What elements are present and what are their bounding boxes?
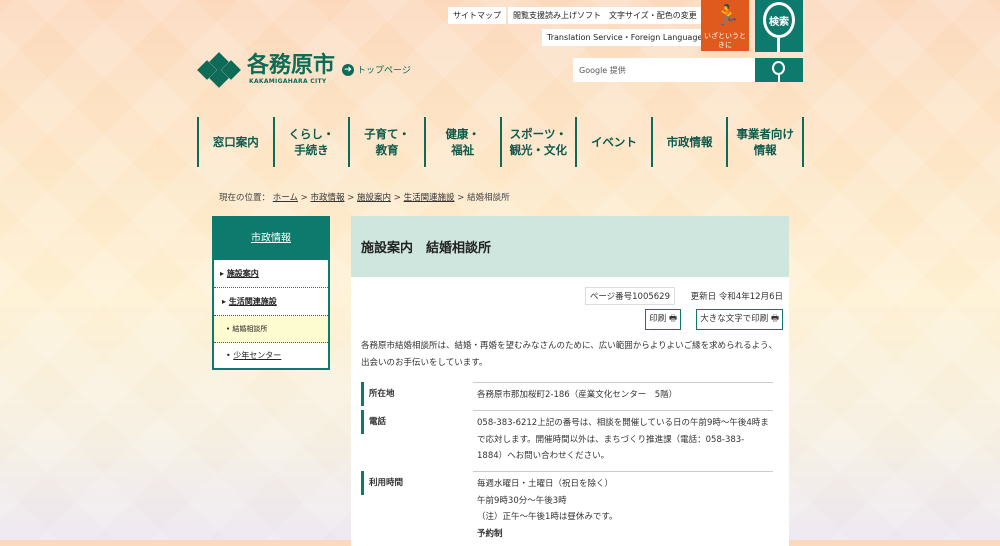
nav-item[interactable]: 窓口案内 xyxy=(197,117,273,167)
info-row: 電話 058-383-6212上記の番号は、相談を開催している日の午前9時～午後4… xyxy=(361,410,773,465)
emergency-button[interactable]: 🏃 いざというときに xyxy=(701,0,749,51)
page-number: ページ番号1005629 xyxy=(584,287,675,305)
nav-item[interactable]: 市政情報 xyxy=(650,117,727,167)
nav-item[interactable]: 子育て・ 教育 xyxy=(348,117,424,167)
sidebar: 市政情報 ▸ 施設案内 ▸ 生活関連施設 • 結婚相談所 • 少年センター xyxy=(212,216,330,370)
site-logo[interactable]: 各務原市 KAKAMIGAHARA CITY xyxy=(197,51,336,88)
search-toggle-button[interactable]: 検索 xyxy=(755,0,803,52)
printer-icon: 🖶 xyxy=(770,314,779,324)
breadcrumb-link[interactable]: 施設案内 xyxy=(357,193,391,203)
nav-item[interactable]: イベント xyxy=(575,117,651,167)
emergency-label: いざというときに xyxy=(704,32,746,49)
logo-name: 各務原市 xyxy=(247,53,336,78)
info-key: 利用時間 xyxy=(361,471,473,495)
sidebar-item[interactable]: 少年センター xyxy=(233,350,281,361)
info-value: 各務原市那加桜町2-186（産業文化センター 5階） xyxy=(473,382,773,406)
info-row: 利用時間 毎週水曜日・土曜日（祝日を除く） 午前9時30分～午後3時 （注）正午… xyxy=(361,471,773,542)
info-key: 電話 xyxy=(361,410,473,434)
sidebar-title[interactable]: 市政情報 xyxy=(214,218,328,260)
info-value: 058-383-6212上記の番号は、相談を開催している日の午前9時～午後4時ま… xyxy=(473,410,773,465)
print-large-button[interactable]: 大きな文字で印刷 🖶 xyxy=(696,309,783,330)
breadcrumb-link[interactable]: ホーム xyxy=(273,193,298,203)
hours-line: 毎週水曜日・土曜日（祝日を除く） xyxy=(477,479,614,489)
search-label: 検索 xyxy=(763,2,795,38)
sitemap-link[interactable]: サイトマップ xyxy=(448,7,506,24)
search-icon xyxy=(772,61,785,75)
breadcrumb: 現在の位置： ホーム > 市政情報 > 施設案内 > 生活関連施設 > 結婚相談… xyxy=(219,193,510,203)
print-button[interactable]: 印刷 🖶 xyxy=(645,309,681,330)
printer-icon: 🖶 xyxy=(668,314,677,324)
arrow-right-icon: ➔ xyxy=(342,63,354,76)
nav-item[interactable]: くらし・ 手続き xyxy=(272,117,349,167)
logo-en: KAKAMIGAHARA CITY xyxy=(249,78,327,85)
breadcrumb-link[interactable]: 生活関連施設 xyxy=(404,193,455,203)
top-page-label: トップページ xyxy=(357,66,411,76)
page-title: 施設案内 結婚相談所 xyxy=(351,216,789,277)
sidebar-item-current[interactable]: 結婚相談所 xyxy=(232,324,267,334)
info-row: 所在地 各務原市那加桜町2-186（産業文化センター 5階） xyxy=(361,382,773,406)
info-value: 毎週水曜日・土曜日（祝日を除く） 午前9時30分～午後3時 （注）正午～午後1時… xyxy=(473,471,773,542)
lead-text: 各務原市結婚相談所は、結婚・再婚を望むみなさんのために、広い範囲からよりよいご縁… xyxy=(361,341,778,368)
global-nav: 窓口案内 くらし・ 手続き 子育て・ 教育 健康・ 福祉 スポーツ・ 観光・文化… xyxy=(197,117,804,167)
reading-support-link[interactable]: 閲覧支援読み上げソフト xyxy=(508,7,606,24)
translation-link[interactable]: Translation Service・Foreign Language xyxy=(542,29,708,46)
search-icon-stem xyxy=(778,74,780,82)
info-key: 所在地 xyxy=(361,382,473,406)
running-person-icon: 🏃 xyxy=(715,3,740,27)
breadcrumb-link[interactable]: 市政情報 xyxy=(311,193,345,203)
font-size-color-link[interactable]: 文字サイズ・配色の変更 xyxy=(604,7,702,24)
breadcrumb-prefix: 現在の位置： xyxy=(219,193,271,203)
sidebar-item[interactable]: 生活関連施設 xyxy=(229,296,277,307)
print-label: 印刷 xyxy=(649,314,667,324)
hours-line: 午前9時30分～午後3時 xyxy=(477,495,567,506)
search-input[interactable]: Google 提供 xyxy=(573,58,755,82)
nav-item[interactable]: 事業者向け 情報 xyxy=(726,117,802,167)
nav-item[interactable]: スポーツ・ 観光・文化 xyxy=(499,117,576,167)
breadcrumb-current: 結婚相談所 xyxy=(467,193,510,203)
search-icon xyxy=(777,38,780,52)
sidebar-item[interactable]: 施設案内 xyxy=(227,268,259,279)
main-content: 施設案内 結婚相談所 ページ番号1005629 更新日 令和4年12月6日 印刷… xyxy=(351,216,789,546)
hours-note: （注）正午～午後1時は昼休みです。 xyxy=(477,512,618,522)
updated-date: 更新日 令和4年12月6日 xyxy=(690,292,783,302)
search-submit-button[interactable] xyxy=(755,58,803,82)
print-large-label: 大きな文字で印刷 xyxy=(700,314,769,324)
nav-item[interactable]: 健康・ 福祉 xyxy=(423,117,500,167)
logo-mark-icon xyxy=(197,51,241,88)
top-page-link[interactable]: ➔ トップページ xyxy=(342,63,411,76)
